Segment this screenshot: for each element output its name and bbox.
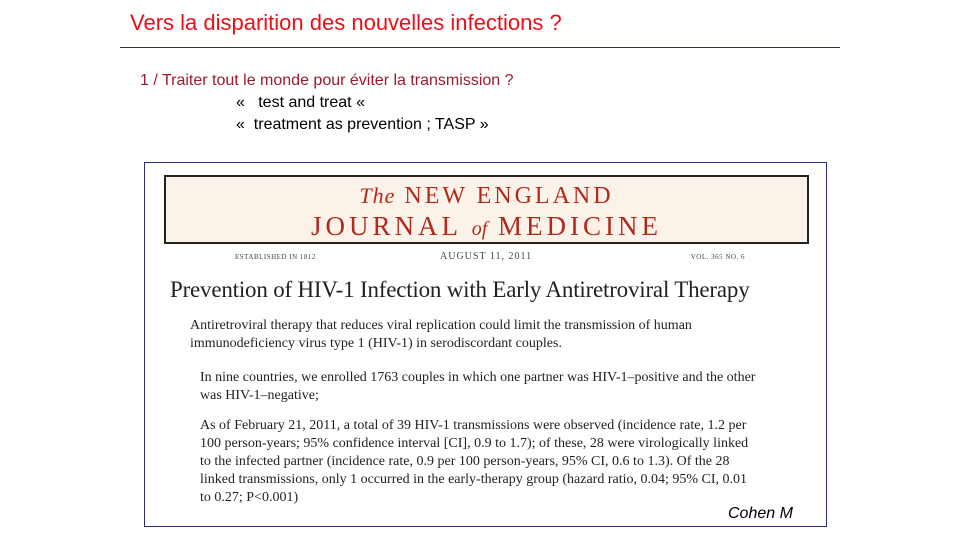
issue-info-line: ESTABLISHED IN 1812 AUGUST 11, 2011 VOL.…	[235, 251, 745, 263]
source-credit: Cohen M	[728, 505, 793, 522]
article-abstract: Antiretroviral therapy that reduces vira…	[190, 318, 692, 351]
article-title: Prevention of HIV-1 Infection with Early…	[170, 277, 750, 302]
masthead-new-england: NEW ENGLAND	[404, 183, 614, 209]
article-results-paragraph: As of February 21, 2011, a total of 39 H…	[200, 418, 749, 505]
masthead-of: of	[471, 218, 488, 240]
issue-date: AUGUST 11, 2011	[440, 251, 533, 262]
sub-item-tasp: « treatment as prevention ; TASP »	[236, 116, 489, 133]
masthead-journal: JOURNAL	[310, 211, 461, 241]
masthead-the: The	[359, 183, 396, 208]
masthead-line-2: JOURNAL of MEDICINE	[166, 211, 807, 242]
masthead-medicine: MEDICINE	[498, 211, 663, 241]
journal-masthead: The NEW ENGLAND JOURNAL of MEDICINE	[164, 175, 809, 244]
issue-volume: VOL. 365 NO. 6	[690, 253, 745, 261]
main-point: 1 / Traiter tout le monde pour éviter la…	[140, 72, 514, 89]
slide-title: Vers la disparition des nouvelles infect…	[130, 10, 562, 35]
title-divider	[120, 47, 840, 48]
article-excerpt-image: The NEW ENGLAND JOURNAL of MEDICINE ESTA…	[144, 162, 827, 527]
sub-item-test-and-treat: « test and treat «	[236, 94, 365, 111]
article-methods-paragraph: In nine countries, we enrolled 1763 coup…	[200, 370, 756, 403]
established-text: ESTABLISHED IN 1812	[235, 253, 316, 261]
masthead-line-1: The NEW ENGLAND	[166, 183, 807, 210]
